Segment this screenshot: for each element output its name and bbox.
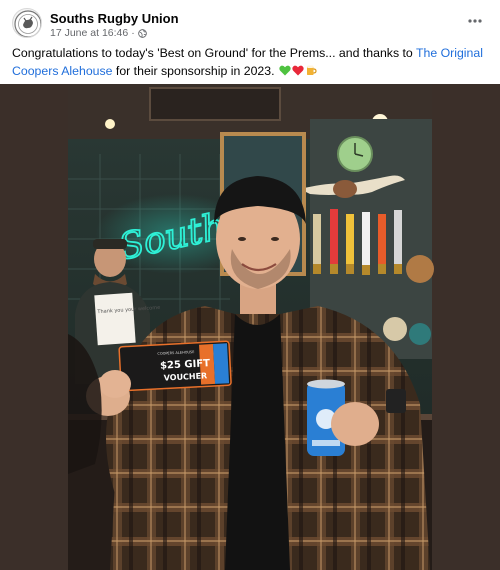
page-avatar[interactable]: [12, 8, 42, 38]
beer-emoji: [305, 64, 317, 82]
post-meta: 17 June at 16:46 ·: [50, 27, 147, 39]
caption-text-end: for their sponsorship in 2023.: [112, 63, 278, 78]
red-heart-emoji: [292, 64, 304, 82]
gift-voucher: COOPERS ALEHOUSE $25 GIFT VOUCHER: [118, 340, 232, 392]
globe-icon: [137, 28, 147, 38]
more-options-icon: [468, 19, 482, 23]
more-options-button[interactable]: [464, 12, 486, 30]
post-header: Souths Rugby Union 17 June at 16:46 ·: [0, 0, 500, 42]
post-timestamp[interactable]: 17 June at 16:46: [50, 27, 128, 39]
meta-separator: ·: [131, 27, 135, 39]
caption-text-start: Congratulations to today's 'Best on Grou…: [12, 46, 416, 60]
post-photo[interactable]: Souths Thank you your welcome COOPERS AL…: [0, 84, 500, 570]
green-heart-emoji: [279, 64, 291, 82]
page-name[interactable]: Souths Rugby Union: [50, 11, 179, 26]
post-caption: Congratulations to today's 'Best on Grou…: [12, 45, 490, 81]
